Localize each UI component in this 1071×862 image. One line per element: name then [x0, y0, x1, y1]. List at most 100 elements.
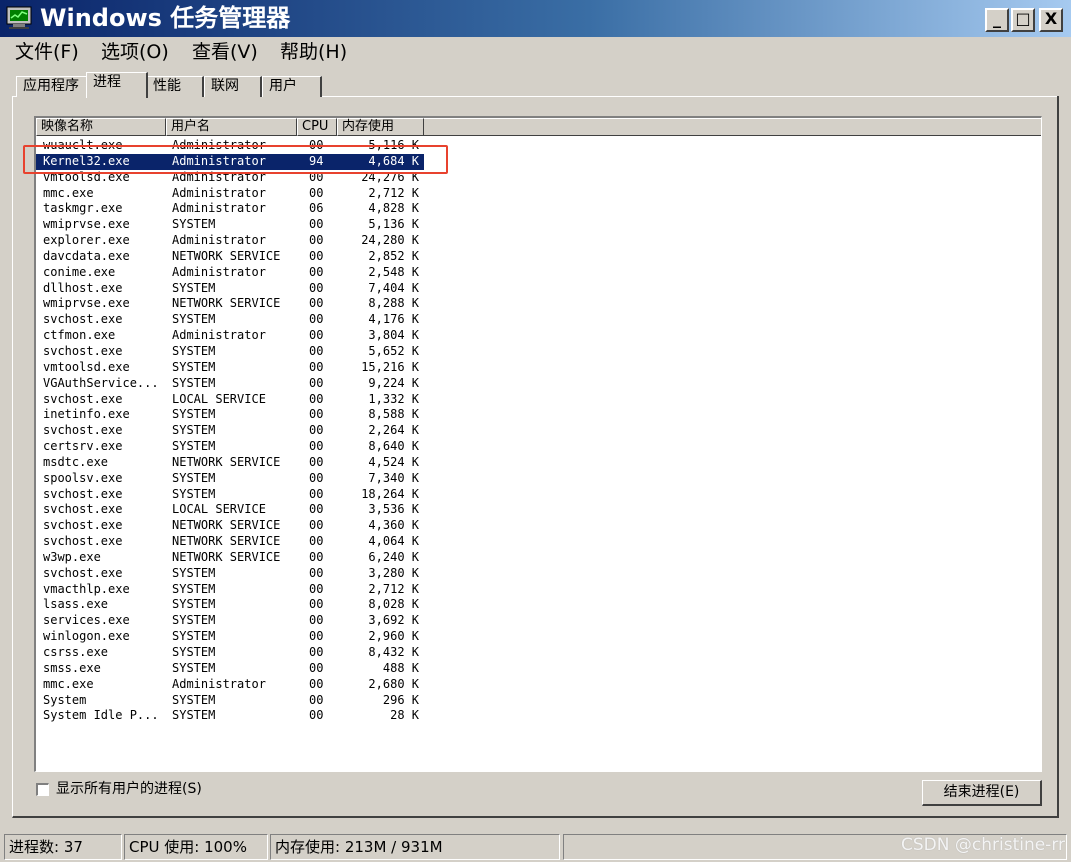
process-cpu: 00 — [309, 375, 324, 390]
table-row[interactable]: davcdata.exe NETWORK SERVICE 00 2,852 K — [36, 248, 1041, 265]
process-memory: 8,588 K — [368, 407, 419, 422]
table-row[interactable]: explorer.exe Administrator 00 24,280 K — [36, 233, 1041, 249]
table-row[interactable]: taskmgr.exe Administrator 06 4,828 K — [36, 201, 1041, 217]
title-bar[interactable]: Windows 任务管理器 _ □ X — [0, 0, 1071, 37]
table-row[interactable]: spoolsv.exe SYSTEM 00 7,340 K — [36, 470, 1041, 487]
table-row[interactable]: services.exe SYSTEM 00 3,692 K — [36, 613, 1041, 629]
process-rows: wuauclt.exe Administrator 00 5,116 K Kernel3… — [36, 138, 1041, 724]
close-button[interactable]: X — [1039, 8, 1063, 32]
process-name: wmiprvse.exe — [43, 296, 130, 311]
table-row[interactable]: svchost.exe NETWORK SERVICE 00 4,360 K — [36, 518, 1041, 534]
process-cpu: 00 — [309, 138, 324, 152]
table-row[interactable]: winlogon.exe SYSTEM 00 2,960 K — [36, 629, 1041, 645]
process-memory: 2,960 K — [368, 629, 419, 644]
process-cpu: 00 — [309, 296, 324, 311]
process-name: msdtc.exe — [43, 454, 109, 469]
process-memory: 3,280 K — [368, 565, 419, 580]
table-row[interactable]: ctfmon.exe Administrator 00 3,804 K — [36, 328, 1041, 344]
column-cpu[interactable]: CPU — [297, 118, 337, 136]
table-row[interactable]: mmc.exe Administrator 00 2,680 K — [36, 677, 1041, 693]
menu-file[interactable]: 文件(F) — [15, 39, 79, 65]
table-row[interactable]: svchost.exe SYSTEM 00 2,264 K — [36, 423, 1041, 439]
table-row[interactable]: System SYSTEM 00 296 K — [36, 693, 1041, 709]
table-row[interactable]: mmc.exe Administrator 00 2,712 K — [36, 186, 1041, 202]
table-row[interactable]: wmiprvse.exe NETWORK SERVICE 00 8,288 K — [36, 296, 1041, 312]
table-row[interactable]: svchost.exe SYSTEM 00 5,652 K — [36, 343, 1041, 360]
table-row[interactable]: vmacthlp.exe SYSTEM 00 2,712 K — [36, 582, 1041, 598]
process-name: svchost.exe — [43, 565, 123, 580]
list-header: 映像名称 用户名 CPU 内存使用 — [36, 118, 1041, 136]
process-name: svchost.exe — [43, 312, 123, 327]
menu-options[interactable]: 选项(O) — [101, 39, 169, 65]
menu-view[interactable]: 查看(V) — [192, 39, 258, 65]
process-memory: 5,136 K — [368, 217, 419, 232]
menu-help[interactable]: 帮助(H) — [280, 39, 347, 65]
process-cpu: 00 — [309, 264, 324, 279]
table-row[interactable]: certsrv.exe SYSTEM 00 8,640 K — [36, 439, 1041, 455]
process-cpu: 00 — [309, 565, 324, 580]
table-row[interactable]: conime.exe Administrator 00 2,548 K — [36, 264, 1041, 281]
show-all-users-label[interactable]: 显示所有用户的进程(S) — [56, 779, 202, 799]
table-row[interactable]: wmiprvse.exe SYSTEM 00 5,136 K — [36, 217, 1041, 233]
table-row[interactable]: csrss.exe SYSTEM 00 8,432 K — [36, 645, 1041, 661]
tab-processes[interactable]: 进程 — [86, 72, 148, 98]
process-name: services.exe — [43, 613, 130, 628]
table-row[interactable]: dllhost.exe SYSTEM 00 7,404 K — [36, 280, 1041, 297]
tab-users[interactable]: 用户 — [262, 76, 322, 97]
process-name: explorer.exe — [43, 233, 130, 248]
table-row[interactable]: msdtc.exe NETWORK SERVICE 00 4,524 K — [36, 454, 1041, 471]
tab-applications[interactable]: 应用程序 — [16, 76, 88, 97]
process-cpu: 06 — [309, 201, 324, 216]
column-image-name[interactable]: 映像名称 — [36, 118, 166, 136]
process-name: svchost.exe — [43, 423, 123, 438]
table-row[interactable]: svchost.exe SYSTEM 00 3,280 K — [36, 565, 1041, 582]
minimize-button[interactable]: _ — [985, 8, 1009, 32]
table-row[interactable]: wuauclt.exe Administrator 00 5,116 K — [36, 138, 1041, 154]
table-row[interactable]: lsass.exe SYSTEM 00 8,028 K — [36, 597, 1041, 613]
table-row[interactable]: System Idle P... SYSTEM 00 28 K — [36, 708, 1041, 724]
menu-bar: 文件(F) 选项(O) 查看(V) 帮助(H) — [0, 37, 1071, 67]
process-cpu: 00 — [309, 549, 324, 564]
process-memory: 4,828 K — [368, 201, 419, 216]
process-cpu: 00 — [309, 518, 324, 533]
process-cpu: 00 — [309, 486, 324, 501]
tab-networking[interactable]: 联网 — [204, 76, 262, 97]
maximize-button[interactable]: □ — [1011, 8, 1035, 32]
process-name: dllhost.exe — [43, 280, 123, 295]
process-memory: 5,652 K — [368, 343, 419, 358]
table-row[interactable]: svchost.exe LOCAL SERVICE 00 3,536 K — [36, 502, 1041, 518]
table-row[interactable]: inetinfo.exe SYSTEM 00 8,588 K — [36, 407, 1041, 423]
column-memory[interactable]: 内存使用 — [337, 118, 424, 136]
table-row[interactable]: VGAuthService... SYSTEM 00 9,224 K — [36, 375, 1041, 392]
table-row[interactable]: smss.exe SYSTEM 00 488 K — [36, 661, 1041, 677]
process-user: Administrator — [172, 201, 266, 216]
process-cpu: 00 — [309, 470, 324, 485]
process-user: Administrator — [172, 264, 266, 279]
process-name: svchost.exe — [43, 391, 123, 406]
end-process-button[interactable]: 结束进程(E) — [922, 780, 1042, 806]
table-row[interactable]: Kernel32.exe Administrator 94 4,684 K — [36, 153, 424, 170]
process-name: System Idle P... — [43, 708, 159, 723]
process-name: wmiprvse.exe — [43, 217, 130, 232]
process-cpu: 00 — [309, 613, 324, 628]
table-row[interactable]: svchost.exe NETWORK SERVICE 00 4,064 K — [36, 534, 1041, 550]
process-name: vmtoolsd.exe — [43, 169, 130, 184]
show-all-users-checkbox[interactable] — [36, 783, 49, 796]
process-memory: 8,640 K — [368, 439, 419, 454]
table-row[interactable]: vmtoolsd.exe SYSTEM 00 15,216 K — [36, 360, 1041, 376]
process-list[interactable]: 映像名称 用户名 CPU 内存使用 wuauclt.exe Administrat… — [34, 116, 1042, 772]
table-row[interactable]: svchost.exe LOCAL SERVICE 00 1,332 K — [36, 391, 1041, 408]
table-row[interactable]: w3wp.exe NETWORK SERVICE 00 6,240 K — [36, 549, 1041, 566]
table-row[interactable]: svchost.exe SYSTEM 00 4,176 K — [36, 312, 1041, 328]
column-user-name[interactable]: 用户名 — [166, 118, 297, 136]
process-name: conime.exe — [43, 264, 116, 279]
table-row[interactable]: svchost.exe SYSTEM 00 18,264 K — [36, 486, 1041, 503]
table-row[interactable]: vmtoolsd.exe Administrator 00 24,276 K — [36, 169, 1041, 186]
task-manager-icon — [6, 6, 32, 29]
process-user: Administrator — [172, 153, 266, 168]
process-user: SYSTEM — [172, 217, 216, 232]
process-memory: 4,064 K — [368, 534, 419, 549]
process-memory: 2,852 K — [368, 248, 419, 263]
tab-performance[interactable]: 性能 — [146, 76, 204, 97]
process-cpu: 00 — [309, 391, 324, 406]
